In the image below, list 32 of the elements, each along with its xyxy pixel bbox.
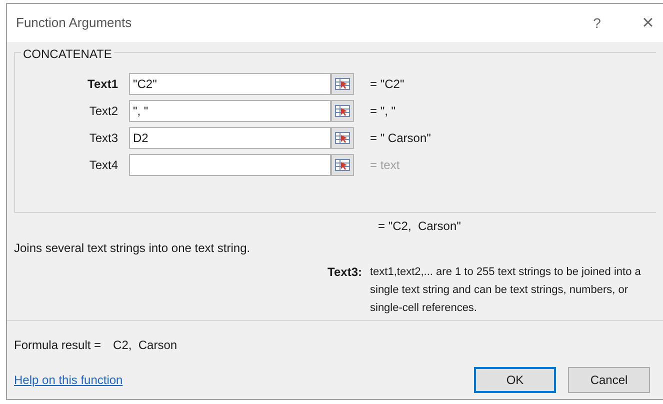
- argument-result: = ", ": [370, 103, 396, 120]
- argument-result: = text: [370, 157, 400, 174]
- formula-result-label: Formula result =: [14, 337, 102, 354]
- range-select-button[interactable]: [331, 100, 354, 122]
- help-link[interactable]: Help on this function: [14, 371, 474, 389]
- close-button[interactable]: ×: [633, 8, 663, 38]
- collapse-dialog-icon: [335, 78, 350, 90]
- function-description: Joins several text strings into one text string.: [14, 240, 252, 257]
- overall-result: = "C2, Carson": [378, 218, 461, 235]
- collapse-dialog-icon: [335, 159, 350, 171]
- formula-result-value: C2, Carson: [113, 337, 178, 354]
- range-select-button[interactable]: [331, 127, 354, 149]
- argument-field[interactable]: D2: [129, 127, 331, 149]
- window-title: Function Arguments: [16, 14, 133, 32]
- argument-label: Text1: [86, 76, 119, 93]
- collapse-dialog-icon: [335, 132, 350, 144]
- argument-description: text1,text2,... are 1 to 255 text strings to be joined into a single text string and can be text strings, numbers, or single-cell references.: [370, 265, 642, 316]
- range-select-button[interactable]: [331, 73, 354, 95]
- collapse-dialog-icon: [335, 105, 350, 117]
- help-button[interactable]: ?: [583, 12, 611, 34]
- argument-field[interactable]: "C2": [129, 73, 331, 95]
- argument-label: Text4: [88, 157, 119, 174]
- argument-label: Text3: [88, 130, 119, 147]
- dialog-button[interactable]: OK: [474, 367, 556, 393]
- argument-field[interactable]: [129, 154, 331, 176]
- argument-label: Text2: [88, 103, 119, 120]
- range-select-button[interactable]: [331, 154, 354, 176]
- dialog-button[interactable]: Cancel: [568, 367, 650, 393]
- argument-result: = " Carson": [370, 130, 431, 147]
- argument-field[interactable]: ", ": [129, 100, 331, 122]
- argument-result: = "C2": [370, 76, 404, 93]
- argument-name: Text3:: [326, 264, 363, 281]
